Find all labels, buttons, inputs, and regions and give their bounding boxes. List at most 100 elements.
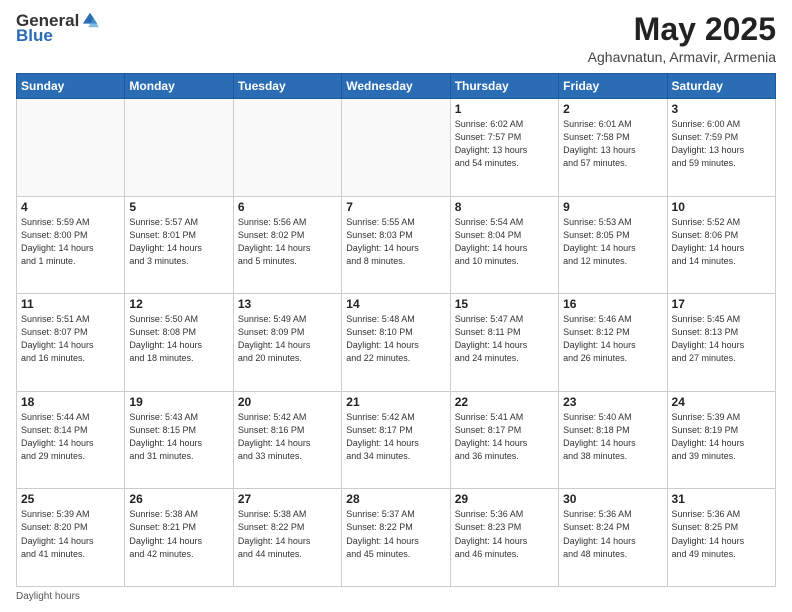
day-number: 15 bbox=[455, 297, 554, 311]
calendar-week-row: 4Sunrise: 5:59 AM Sunset: 8:00 PM Daylig… bbox=[17, 196, 776, 294]
calendar-week-row: 18 Sunrise: 5:44 AM Sunset: 8:14 PM Dayli… bbox=[17, 391, 776, 489]
day-number: 24 bbox=[672, 395, 771, 409]
logo-icon bbox=[81, 11, 99, 29]
calendar-day-cell: 10Sunrise: 5:52 AM Sunset: 8:06 PM Dayli… bbox=[667, 196, 775, 294]
day-info: Sunrise: 5:52 AM Sunset: 8:06 PM Dayligh… bbox=[672, 216, 771, 268]
calendar-day-cell bbox=[125, 99, 233, 197]
calendar-day-cell: 5 Sunrise: 5:57 AM Sunset: 8:01 PM Daylig… bbox=[125, 196, 233, 294]
day-info: Sunrise: 5:53 AM Sunset: 8:05 PM Dayligh… bbox=[563, 216, 662, 268]
calendar-day-cell: 29 Sunrise: 5:36 AM Sunset: 8:23 PM Dayli… bbox=[450, 489, 558, 587]
day-info: Sunrise: 6:00 AM Sunset: 7:59 PM Dayligh… bbox=[672, 118, 771, 170]
day-info: Sunrise: 6:02 AM Sunset: 7:57 PM Dayligh… bbox=[455, 118, 554, 170]
calendar-day-header: Sunday bbox=[17, 74, 125, 99]
day-number: 20 bbox=[238, 395, 337, 409]
header: General Blue May 2025 Aghavnatun, Armavi… bbox=[16, 12, 776, 65]
day-number: 3 bbox=[672, 102, 771, 116]
day-number: 16 bbox=[563, 297, 662, 311]
logo-blue: Blue bbox=[16, 27, 53, 44]
day-number: 14 bbox=[346, 297, 445, 311]
day-info: Sunrise: 5:38 AM Sunset: 8:21 PM Dayligh… bbox=[129, 508, 228, 560]
calendar-day-cell: 14Sunrise: 5:48 AM Sunset: 8:10 PM Dayli… bbox=[342, 294, 450, 392]
day-info: Sunrise: 5:57 AM Sunset: 8:01 PM Dayligh… bbox=[129, 216, 228, 268]
day-info: Sunrise: 5:37 AM Sunset: 8:22 PM Dayligh… bbox=[346, 508, 445, 560]
calendar-day-cell: 1 Sunrise: 6:02 AM Sunset: 7:57 PM Daylig… bbox=[450, 99, 558, 197]
day-number: 22 bbox=[455, 395, 554, 409]
calendar-day-cell: 25 Sunrise: 5:39 AM Sunset: 8:20 PM Dayli… bbox=[17, 489, 125, 587]
day-info: Sunrise: 5:49 AM Sunset: 8:09 PM Dayligh… bbox=[238, 313, 337, 365]
calendar-day-cell: 9 Sunrise: 5:53 AM Sunset: 8:05 PM Daylig… bbox=[559, 196, 667, 294]
day-info: Sunrise: 5:51 AM Sunset: 8:07 PM Dayligh… bbox=[21, 313, 120, 365]
calendar-day-cell bbox=[342, 99, 450, 197]
day-number: 17 bbox=[672, 297, 771, 311]
day-number: 1 bbox=[455, 102, 554, 116]
day-info: Sunrise: 5:39 AM Sunset: 8:20 PM Dayligh… bbox=[21, 508, 120, 560]
day-info: Sunrise: 5:56 AM Sunset: 8:02 PM Dayligh… bbox=[238, 216, 337, 268]
day-number: 11 bbox=[21, 297, 120, 311]
calendar-day-cell: 26 Sunrise: 5:38 AM Sunset: 8:21 PM Dayli… bbox=[125, 489, 233, 587]
calendar-day-header: Monday bbox=[125, 74, 233, 99]
day-info: Sunrise: 6:01 AM Sunset: 7:58 PM Dayligh… bbox=[563, 118, 662, 170]
day-info: Sunrise: 5:45 AM Sunset: 8:13 PM Dayligh… bbox=[672, 313, 771, 365]
title-block: May 2025 Aghavnatun, Armavir, Armenia bbox=[588, 12, 776, 65]
day-info: Sunrise: 5:46 AM Sunset: 8:12 PM Dayligh… bbox=[563, 313, 662, 365]
day-number: 9 bbox=[563, 200, 662, 214]
day-info: Sunrise: 5:36 AM Sunset: 8:24 PM Dayligh… bbox=[563, 508, 662, 560]
calendar-day-header: Thursday bbox=[450, 74, 558, 99]
calendar-day-cell bbox=[17, 99, 125, 197]
calendar-day-header: Tuesday bbox=[233, 74, 341, 99]
calendar-day-cell: 22 Sunrise: 5:41 AM Sunset: 8:17 PM Dayli… bbox=[450, 391, 558, 489]
calendar-day-header: Friday bbox=[559, 74, 667, 99]
day-number: 27 bbox=[238, 492, 337, 506]
day-number: 2 bbox=[563, 102, 662, 116]
footer-note: Daylight hours bbox=[16, 591, 776, 602]
calendar-day-cell: 6Sunrise: 5:56 AM Sunset: 8:02 PM Daylig… bbox=[233, 196, 341, 294]
calendar-day-cell: 21Sunrise: 5:42 AM Sunset: 8:17 PM Dayli… bbox=[342, 391, 450, 489]
day-info: Sunrise: 5:59 AM Sunset: 8:00 PM Dayligh… bbox=[21, 216, 120, 268]
day-info: Sunrise: 5:36 AM Sunset: 8:23 PM Dayligh… bbox=[455, 508, 554, 560]
calendar-day-cell: 28 Sunrise: 5:37 AM Sunset: 8:22 PM Dayli… bbox=[342, 489, 450, 587]
page: General Blue May 2025 Aghavnatun, Armavi… bbox=[0, 0, 792, 612]
calendar-day-cell: 2 Sunrise: 6:01 AM Sunset: 7:58 PM Daylig… bbox=[559, 99, 667, 197]
day-number: 29 bbox=[455, 492, 554, 506]
month-title: May 2025 bbox=[588, 12, 776, 47]
day-info: Sunrise: 5:38 AM Sunset: 8:22 PM Dayligh… bbox=[238, 508, 337, 560]
calendar-day-cell: 7Sunrise: 5:55 AM Sunset: 8:03 PM Daylig… bbox=[342, 196, 450, 294]
day-number: 5 bbox=[129, 200, 228, 214]
day-number: 30 bbox=[563, 492, 662, 506]
calendar-week-row: 25 Sunrise: 5:39 AM Sunset: 8:20 PM Dayli… bbox=[17, 489, 776, 587]
day-info: Sunrise: 5:44 AM Sunset: 8:14 PM Dayligh… bbox=[21, 411, 120, 463]
calendar-day-cell: 24 Sunrise: 5:39 AM Sunset: 8:19 PM Dayli… bbox=[667, 391, 775, 489]
day-info: Sunrise: 5:42 AM Sunset: 8:16 PM Dayligh… bbox=[238, 411, 337, 463]
calendar-day-cell: 31Sunrise: 5:36 AM Sunset: 8:25 PM Dayli… bbox=[667, 489, 775, 587]
day-number: 26 bbox=[129, 492, 228, 506]
day-number: 18 bbox=[21, 395, 120, 409]
day-info: Sunrise: 5:40 AM Sunset: 8:18 PM Dayligh… bbox=[563, 411, 662, 463]
day-number: 28 bbox=[346, 492, 445, 506]
day-number: 23 bbox=[563, 395, 662, 409]
day-info: Sunrise: 5:42 AM Sunset: 8:17 PM Dayligh… bbox=[346, 411, 445, 463]
day-info: Sunrise: 5:54 AM Sunset: 8:04 PM Dayligh… bbox=[455, 216, 554, 268]
calendar-day-cell: 4Sunrise: 5:59 AM Sunset: 8:00 PM Daylig… bbox=[17, 196, 125, 294]
calendar-day-cell: 3 Sunrise: 6:00 AM Sunset: 7:59 PM Daylig… bbox=[667, 99, 775, 197]
day-number: 19 bbox=[129, 395, 228, 409]
day-number: 25 bbox=[21, 492, 120, 506]
day-info: Sunrise: 5:47 AM Sunset: 8:11 PM Dayligh… bbox=[455, 313, 554, 365]
day-number: 12 bbox=[129, 297, 228, 311]
calendar-day-header: Saturday bbox=[667, 74, 775, 99]
calendar-day-cell: 20 Sunrise: 5:42 AM Sunset: 8:16 PM Dayli… bbox=[233, 391, 341, 489]
calendar-day-cell: 16 Sunrise: 5:46 AM Sunset: 8:12 PM Dayli… bbox=[559, 294, 667, 392]
day-info: Sunrise: 5:41 AM Sunset: 8:17 PM Dayligh… bbox=[455, 411, 554, 463]
calendar-day-cell: 27 Sunrise: 5:38 AM Sunset: 8:22 PM Dayli… bbox=[233, 489, 341, 587]
day-info: Sunrise: 5:43 AM Sunset: 8:15 PM Dayligh… bbox=[129, 411, 228, 463]
day-number: 13 bbox=[238, 297, 337, 311]
day-info: Sunrise: 5:50 AM Sunset: 8:08 PM Dayligh… bbox=[129, 313, 228, 365]
calendar-table: SundayMondayTuesdayWednesdayThursdayFrid… bbox=[16, 73, 776, 587]
calendar-day-cell: 8Sunrise: 5:54 AM Sunset: 8:04 PM Daylig… bbox=[450, 196, 558, 294]
calendar-day-header: Wednesday bbox=[342, 74, 450, 99]
day-info: Sunrise: 5:39 AM Sunset: 8:19 PM Dayligh… bbox=[672, 411, 771, 463]
subtitle: Aghavnatun, Armavir, Armenia bbox=[588, 49, 776, 65]
calendar-week-row: 1 Sunrise: 6:02 AM Sunset: 7:57 PM Daylig… bbox=[17, 99, 776, 197]
calendar-day-cell: 13 Sunrise: 5:49 AM Sunset: 8:09 PM Dayli… bbox=[233, 294, 341, 392]
calendar-day-cell: 11 Sunrise: 5:51 AM Sunset: 8:07 PM Dayli… bbox=[17, 294, 125, 392]
calendar-header-row: SundayMondayTuesdayWednesdayThursdayFrid… bbox=[17, 74, 776, 99]
